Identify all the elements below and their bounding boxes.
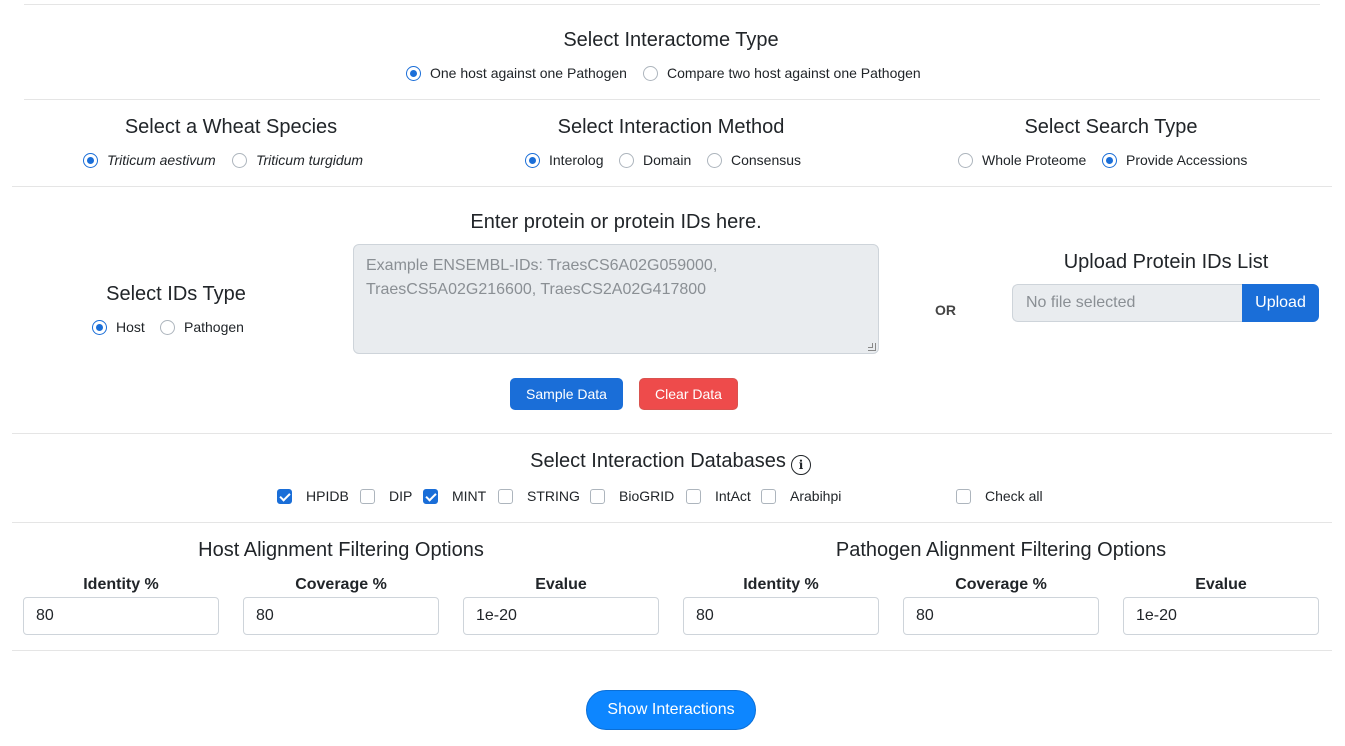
interactome-title: Select Interactome Type <box>563 29 779 51</box>
pathogen-identity-label: Identity % <box>743 576 819 593</box>
db-checkbox-check-all[interactable]: Check all <box>956 488 1043 504</box>
search-type-title: Select Search Type <box>1024 116 1198 138</box>
radio-button[interactable] <box>160 319 175 335</box>
radio-button[interactable] <box>406 65 421 81</box>
option-label: Host <box>116 319 145 335</box>
radio-button[interactable] <box>1102 152 1117 168</box>
checkbox-label: IntAct <box>715 488 751 504</box>
divider <box>12 433 1332 434</box>
checkbox[interactable] <box>277 488 292 504</box>
sample-data-button[interactable]: Sample Data <box>510 378 623 410</box>
db-checkbox-arabihpi[interactable]: Arabihpi <box>761 488 841 504</box>
checkbox-label: HPIDB <box>306 488 349 504</box>
option-label: Consensus <box>731 152 802 168</box>
ids-option-pathogen[interactable]: Pathogen <box>160 319 244 335</box>
host-identity-input[interactable]: 80 <box>23 597 219 635</box>
host-coverage-input[interactable]: 80 <box>243 597 439 635</box>
host-identity-label: Identity % <box>83 576 159 593</box>
radio-button[interactable] <box>643 65 658 81</box>
search-option-whole-proteome[interactable]: Whole Proteome <box>958 152 1086 168</box>
checkbox-label: MINT <box>452 488 487 504</box>
option-label: One host against one Pathogen <box>430 65 627 81</box>
db-checkbox-intact[interactable]: IntAct <box>686 488 751 504</box>
option-label: Domain <box>643 152 692 168</box>
radio-button[interactable] <box>707 152 722 168</box>
db-checkbox-mint[interactable]: MINT <box>423 488 486 504</box>
pathogen-identity-input[interactable]: 80 <box>683 597 879 635</box>
upload-button[interactable]: Upload <box>1242 284 1319 322</box>
option-label: Triticum aestivum <box>107 152 216 168</box>
wheat-option-turgidum[interactable]: Triticum turgidum <box>232 152 363 168</box>
radio-button[interactable] <box>232 152 247 168</box>
divider <box>12 186 1332 187</box>
interactome-option-two-host[interactable]: Compare two host against one Pathogen <box>643 65 921 81</box>
checkbox[interactable] <box>423 488 438 504</box>
divider <box>24 4 1320 5</box>
checkbox-label: STRING <box>527 488 580 504</box>
option-label: Interolog <box>549 152 604 168</box>
pathogen-coverage-input[interactable]: 80 <box>903 597 1099 635</box>
pathogen-filter-title: Pathogen Alignment Filtering Options <box>835 539 1167 561</box>
radio-button[interactable] <box>83 152 98 168</box>
radio-button[interactable] <box>619 152 634 168</box>
show-interactions-button[interactable]: Show Interactions <box>586 690 756 730</box>
clear-data-button[interactable]: Clear Data <box>639 378 738 410</box>
checkbox-label: BioGRID <box>619 488 675 504</box>
checkbox[interactable] <box>686 488 701 504</box>
host-coverage-label: Coverage % <box>295 576 387 593</box>
checkbox[interactable] <box>360 488 375 504</box>
checkbox[interactable] <box>761 488 776 504</box>
option-label: Whole Proteome <box>982 152 1087 168</box>
method-option-domain[interactable]: Domain <box>619 152 691 168</box>
interaction-method-title: Select Interaction Method <box>557 116 785 138</box>
host-evalue-label: Evalue <box>535 576 587 593</box>
checkbox[interactable] <box>498 488 513 504</box>
radio-button[interactable] <box>525 152 540 168</box>
info-icon[interactable]: i <box>791 455 811 475</box>
protein-ids-textarea[interactable]: Example ENSEMBL-IDs: TraesCS6A02G059000,… <box>353 244 879 354</box>
pathogen-evalue-input[interactable]: 1e-20 <box>1123 597 1319 635</box>
interactome-option-one-host[interactable]: One host against one Pathogen <box>406 65 627 81</box>
radio-button[interactable] <box>92 319 107 335</box>
radio-button[interactable] <box>958 152 973 168</box>
file-input[interactable]: No file selected <box>1012 284 1243 322</box>
pathogen-evalue-label: Evalue <box>1195 576 1247 593</box>
db-checkbox-hpidb[interactable]: HPIDB <box>277 488 349 504</box>
checkbox-label: Check all <box>985 488 1043 504</box>
option-label: Compare two host against one Pathogen <box>667 65 921 81</box>
checkbox[interactable] <box>956 488 971 504</box>
checkbox-label: DIP <box>389 488 413 504</box>
option-label: Provide Accessions <box>1126 152 1248 168</box>
option-label: Triticum turgidum <box>256 152 364 168</box>
method-option-consensus[interactable]: Consensus <box>707 152 801 168</box>
method-option-interolog[interactable]: Interolog <box>525 152 603 168</box>
db-checkbox-dip[interactable]: DIP <box>360 488 412 504</box>
host-filter-title: Host Alignment Filtering Options <box>198 539 484 561</box>
db-checkbox-string[interactable]: STRING <box>498 488 580 504</box>
search-option-provide-accessions[interactable]: Provide Accessions <box>1102 152 1247 168</box>
or-label: OR <box>935 302 956 318</box>
upload-title: Upload Protein IDs List <box>1063 251 1269 273</box>
checkbox-label: Arabihpi <box>790 488 842 504</box>
db-checkbox-biogrid[interactable]: BioGRID <box>590 488 674 504</box>
host-evalue-input[interactable]: 1e-20 <box>463 597 659 635</box>
wheat-species-title: Select a Wheat Species <box>124 116 338 138</box>
databases-title: Select Interaction Databases <box>530 450 786 472</box>
divider <box>24 99 1320 100</box>
checkbox[interactable] <box>590 488 605 504</box>
ids-option-host[interactable]: Host <box>92 319 145 335</box>
divider <box>12 522 1332 523</box>
protein-entry-title: Enter protein or protein IDs here. <box>470 211 762 233</box>
textarea-placeholder: Example ENSEMBL-IDs: TraesCS6A02G059000,… <box>366 257 718 298</box>
wheat-option-aestivum[interactable]: Triticum aestivum <box>83 152 216 168</box>
ids-type-title: Select IDs Type <box>106 283 246 305</box>
resize-handle-icon[interactable] <box>868 343 876 351</box>
pathogen-coverage-label: Coverage % <box>955 576 1047 593</box>
divider <box>12 650 1332 651</box>
option-label: Pathogen <box>184 319 244 335</box>
